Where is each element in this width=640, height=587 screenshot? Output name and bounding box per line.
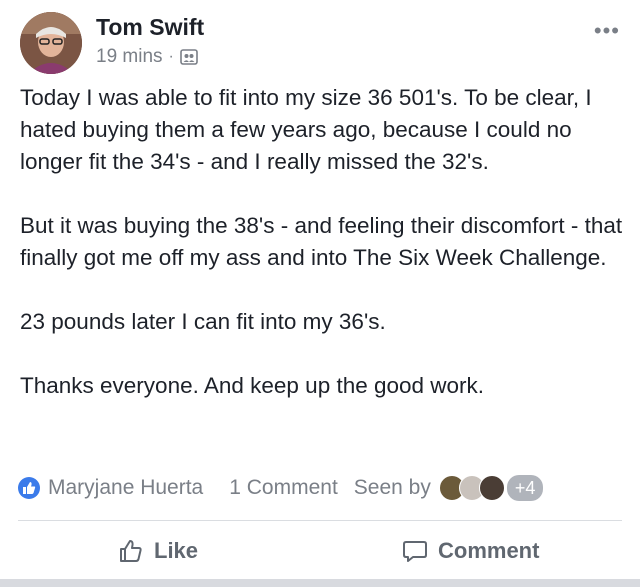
viewer-avatar [478, 475, 505, 501]
seen-by-avatars[interactable] [438, 475, 505, 501]
comment-button[interactable]: Comment [402, 528, 539, 574]
comment-count[interactable]: 1 Comment [229, 476, 338, 500]
more-viewers-badge[interactable]: +4 [506, 475, 544, 501]
author-avatar-image [20, 12, 82, 74]
post-body: Today I was able to fit into my size 36 … [20, 85, 623, 398]
more-options-icon[interactable]: ••• [594, 18, 620, 44]
reactions-bar: Maryjane Huerta 1 Comment Seen by +4 [18, 470, 622, 506]
like-button[interactable]: Like [118, 528, 198, 574]
friends-icon[interactable] [180, 48, 198, 66]
meta-separator: · [168, 48, 174, 65]
comment-bubble-icon [403, 541, 427, 562]
comment-label: Comment [438, 538, 540, 563]
post-actions: Like Comment [0, 528, 640, 574]
reactor-name[interactable]: Maryjane Huerta [48, 476, 203, 500]
seen-by-label[interactable]: Seen by [354, 476, 431, 500]
post-meta: 19 mins · [96, 46, 198, 68]
like-reaction-icon [18, 477, 40, 499]
actions-divider [18, 520, 622, 521]
author-avatar[interactable] [20, 12, 82, 74]
like-label: Like [154, 538, 199, 563]
post-timestamp[interactable]: 19 mins [96, 46, 163, 68]
post-header: Tom Swift 19 mins · ••• [20, 12, 620, 82]
thumbs-up-icon [120, 540, 142, 562]
bottom-separator [0, 579, 640, 587]
author-name[interactable]: Tom Swift [96, 14, 204, 41]
